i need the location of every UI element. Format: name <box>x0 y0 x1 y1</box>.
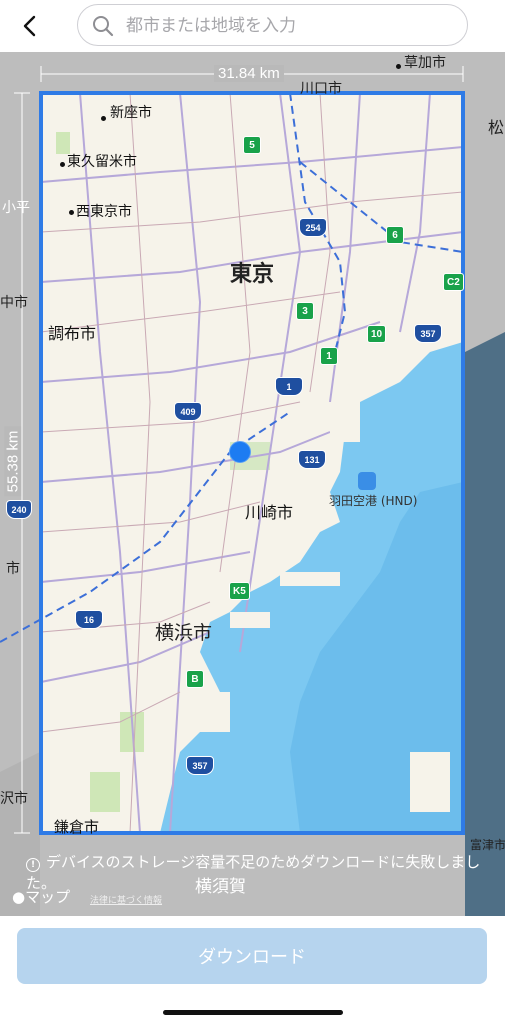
city-niiza: 新座市 <box>110 105 152 121</box>
search-icon <box>93 16 114 37</box>
city-dot <box>60 162 65 167</box>
apple-maps-logo: ●マップ <box>12 888 71 906</box>
city-dot <box>101 116 106 121</box>
route-shield: B <box>186 670 204 688</box>
city-edge-chu: 中市 <box>0 295 28 311</box>
city-matsudo: 松 <box>488 118 505 137</box>
home-indicator <box>163 1010 343 1015</box>
route-shield: 240 <box>6 500 32 519</box>
city-fujisawa: 沢市 <box>0 791 28 807</box>
back-button[interactable] <box>14 10 46 42</box>
search-input[interactable] <box>124 11 458 41</box>
city-kawaguchi: 川口市 <box>300 81 342 97</box>
city-tokyo: 東京 <box>230 262 275 287</box>
width-measurement: 31.84 km <box>214 65 284 82</box>
airport-label: 羽田空港 (HND) <box>329 494 418 508</box>
city-kawasaki: 川崎市 <box>245 503 294 522</box>
height-measurement: 55.38 km <box>4 426 22 497</box>
city-nishitokyo: 西東京市 <box>76 204 132 220</box>
city-edge-shi: 市 <box>6 561 20 577</box>
city-dot <box>69 210 74 215</box>
chevron-left-icon <box>23 15 36 37</box>
legal-link[interactable]: 法律に基づく情報 <box>90 893 162 906</box>
city-chofu: 調布市 <box>48 324 97 343</box>
route-shield: 409 <box>174 402 202 421</box>
download-button[interactable]: ダウンロード <box>17 928 487 984</box>
route-shield: 1 <box>275 377 303 396</box>
city-kodaira: 小平 <box>2 200 30 216</box>
bottom-bar: ダウンロード <box>0 916 505 1024</box>
route-shield: 357 <box>186 756 214 775</box>
route-shield: 357 <box>414 324 442 343</box>
route-shield: 1 <box>320 347 338 365</box>
city-kamakura: 鎌倉市 <box>54 818 100 836</box>
current-location-pin <box>229 441 251 463</box>
error-message: デバイスのストレージ容量不足のためダウンロードに失敗しました。 <box>26 853 481 892</box>
apple-icon: ● <box>12 888 26 906</box>
city-yokohama: 横浜市 <box>155 622 213 644</box>
route-shield: K5 <box>229 582 250 600</box>
city-soka: 草加市 <box>404 55 446 71</box>
route-shield: 5 <box>243 136 261 154</box>
map-canvas <box>0 52 505 916</box>
route-shield: 3 <box>296 302 314 320</box>
route-shield: 16 <box>75 610 103 629</box>
map-view[interactable]: 31.84 km 55.38 km 新座市 東久留米市 西東京市 東京 調布市 … <box>0 52 505 916</box>
route-shield: 131 <box>298 450 326 469</box>
city-higashikurume: 東久留米市 <box>67 154 137 170</box>
route-shield: 254 <box>299 218 327 237</box>
route-shield: 10 <box>367 325 387 343</box>
route-shield: C2 <box>443 273 464 291</box>
city-dot <box>396 64 401 69</box>
top-bar <box>0 0 505 52</box>
search-bar[interactable] <box>77 4 468 46</box>
route-shield: 6 <box>386 226 404 244</box>
error-banner: ! デバイスのストレージ容量不足のためダウンロードに失敗しました。 <box>0 846 505 916</box>
